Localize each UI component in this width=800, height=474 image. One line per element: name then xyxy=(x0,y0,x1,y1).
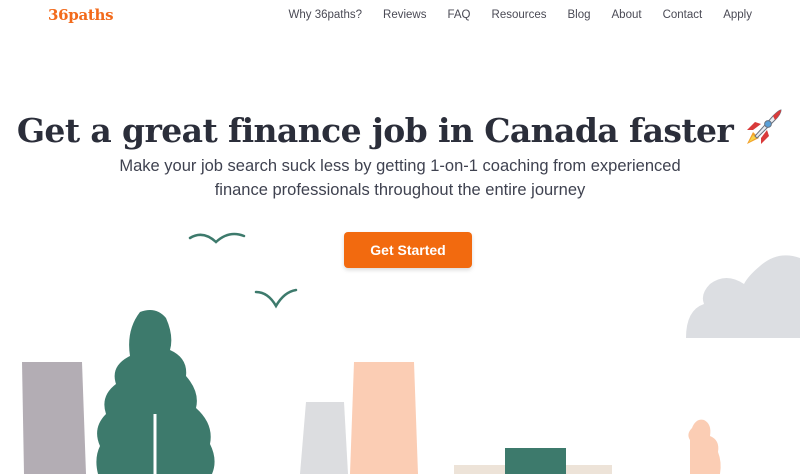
cloud-icon xyxy=(686,255,800,338)
bird-icon xyxy=(188,232,246,244)
nav-item-faq[interactable]: FAQ xyxy=(448,9,471,21)
building-icon xyxy=(22,362,86,474)
tree-icon xyxy=(96,310,215,474)
tree-icon xyxy=(688,419,721,474)
logo[interactable]: 36paths xyxy=(48,6,114,24)
nav-item-reviews[interactable]: Reviews xyxy=(383,9,426,21)
hero-title-text: Get a great finance job in Canada faster xyxy=(16,111,734,151)
hero-subtitle-line1: Make your job search suck less by gettin… xyxy=(119,157,681,175)
building-icon xyxy=(300,402,348,474)
nav-item-blog[interactable]: Blog xyxy=(567,9,590,21)
bird-icon xyxy=(254,288,298,309)
nav-item-contact[interactable]: Contact xyxy=(663,9,703,21)
hero-subtitle: Make your job search suck less by gettin… xyxy=(100,154,700,202)
nav-item-why[interactable]: Why 36paths? xyxy=(289,9,363,21)
get-started-button[interactable]: Get Started xyxy=(344,232,472,268)
building-icon xyxy=(454,465,612,474)
nav-item-resources[interactable]: Resources xyxy=(492,9,547,21)
rocket-icon xyxy=(743,108,783,156)
hero-subtitle-line2: finance professionals throughout the ent… xyxy=(214,181,586,199)
building-icon xyxy=(350,362,418,474)
hero-title: Get a great finance job in Canada faster xyxy=(0,108,800,156)
header: 36paths Why 36paths? Reviews FAQ Resourc… xyxy=(0,0,800,32)
building-icon xyxy=(505,448,566,474)
nav-item-about[interactable]: About xyxy=(612,9,642,21)
nav-item-apply[interactable]: Apply xyxy=(723,9,752,21)
main-nav: Why 36paths? Reviews FAQ Resources Blog … xyxy=(268,9,752,21)
